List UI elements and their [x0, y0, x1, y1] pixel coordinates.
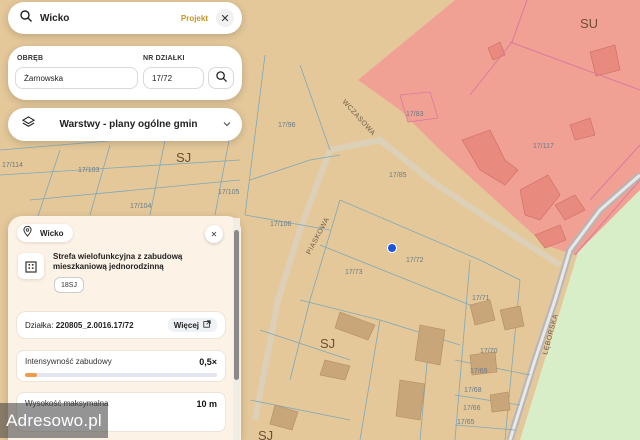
parcel-label: 17/114 — [2, 162, 23, 169]
search-bar[interactable]: Wicko Projekt ✕ — [8, 2, 242, 34]
obreb-field[interactable]: Żarnowska — [15, 67, 138, 89]
parcel-label: 17/70 — [480, 348, 498, 355]
parcel-search-button[interactable] — [208, 67, 234, 89]
chevron-down-icon — [222, 116, 232, 134]
metric-bar-fill — [25, 373, 37, 377]
metric-value: 10 m — [196, 399, 217, 409]
parcel-label: 17/72 — [406, 257, 424, 264]
layers-icon — [21, 115, 36, 134]
layers-dropdown[interactable]: Warstwy - plany ogólne gmin — [8, 108, 242, 141]
zone-label-su: SU — [580, 16, 598, 31]
more-label: Więcej — [173, 320, 199, 330]
parcel-label: 17/69 — [470, 368, 488, 375]
metric-bar — [25, 373, 217, 377]
layers-label: Warstwy - plany ogólne gmin — [59, 119, 198, 130]
metric-value: 0,5× — [199, 357, 217, 367]
dzialka-label: NR DZIAŁKI — [143, 55, 185, 62]
location-pill: Wicko — [17, 224, 73, 242]
parcel-id: 220805_2.0016.17/72 — [55, 320, 134, 330]
watermark: Adresowo.pl — [0, 403, 108, 438]
parcel-label: 17/117 — [533, 143, 554, 150]
panel-scrollbar[interactable] — [233, 218, 240, 440]
close-icon: ✕ — [210, 229, 218, 239]
search-icon — [20, 9, 32, 27]
dzialka-field[interactable]: 17/72 — [143, 67, 204, 89]
parcel-label: 17/68 — [464, 387, 482, 394]
parcel-label: 17/71 — [472, 295, 490, 302]
zone-label-sj: SJ — [258, 428, 273, 440]
parcel-label: 17/106 — [270, 221, 292, 228]
zone-label-sj: SJ — [320, 336, 335, 351]
parcel-search-form: OBRĘB NR DZIAŁKI Żarnowska 17/72 — [8, 46, 242, 100]
zone-title: Strefa wielofunkcyjna z zabudową mieszka… — [53, 252, 183, 271]
parcel-label: 17/103 — [78, 167, 100, 174]
close-panel-button[interactable]: ✕ — [205, 225, 223, 243]
location-label: Wicko — [40, 228, 64, 238]
search-icon — [215, 69, 227, 87]
selected-parcel-marker[interactable] — [387, 243, 397, 253]
parcel-label: 17/65 — [457, 419, 475, 426]
parcel-label: 17/104 — [130, 203, 152, 210]
close-icon[interactable]: ✕ — [216, 9, 234, 27]
metric-label: Intensywność zabudowy — [25, 357, 112, 366]
parcel-label: 17/85 — [389, 172, 407, 179]
zone-code-badge: 18SJ — [54, 277, 84, 293]
pin-icon — [23, 224, 32, 242]
parcel-label: 17/96 — [278, 122, 296, 129]
project-badge[interactable]: Projekt — [181, 14, 208, 23]
parcel-id-prefix: Działka: — [25, 320, 54, 330]
metric-intensity: Intensywność zabudowy 0,5× — [16, 350, 226, 382]
more-button[interactable]: Więcej — [167, 318, 217, 332]
scrollbar-thumb[interactable] — [234, 230, 239, 380]
building-icon — [18, 253, 44, 279]
parcel-label: 17/105 — [218, 189, 240, 196]
external-link-icon — [203, 320, 211, 330]
obreb-label: OBRĘB — [17, 55, 44, 62]
parcel-id-row: Działka: 220805_2.0016.17/72 Więcej — [16, 311, 226, 339]
parcel-label: 17/83 — [406, 111, 424, 118]
zone-label-sj: SJ — [176, 150, 191, 165]
parcel-label: 17/66 — [463, 405, 481, 412]
parcel-label: 17/73 — [345, 269, 363, 276]
search-input[interactable]: Wicko — [40, 13, 181, 24]
